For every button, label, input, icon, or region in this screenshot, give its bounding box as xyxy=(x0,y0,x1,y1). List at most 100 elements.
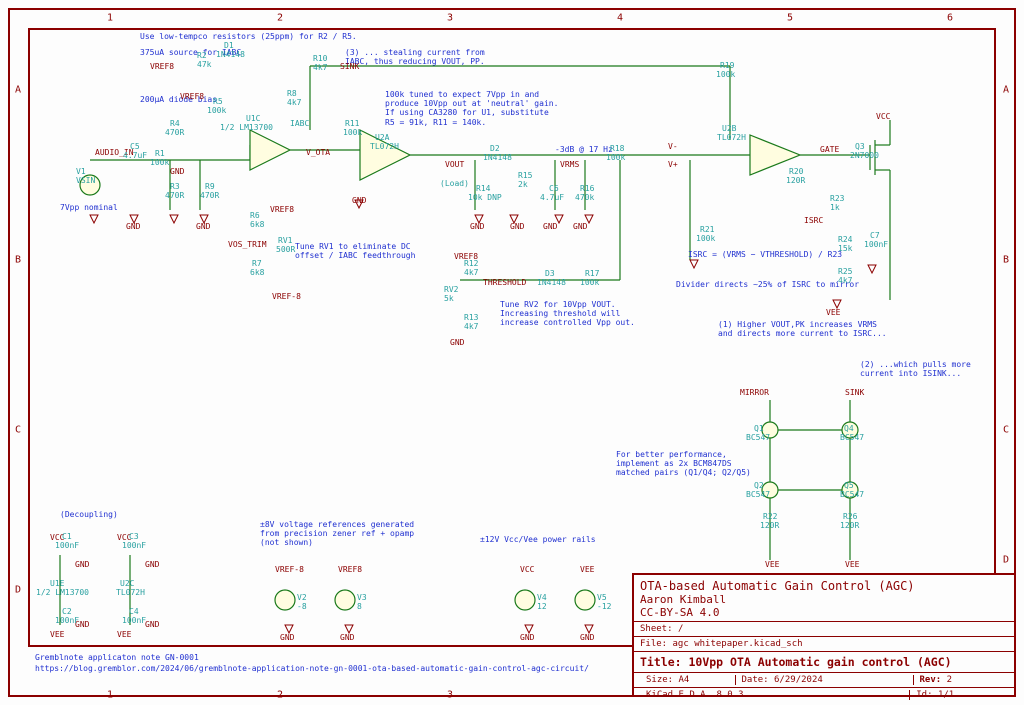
net-sink: SINK xyxy=(340,62,359,71)
net-vee-c4: VEE xyxy=(117,630,131,639)
tb-rev: 2 xyxy=(947,675,952,685)
comp-R1-val: 100k xyxy=(150,159,169,168)
ruler-col-3: 3 xyxy=(447,13,453,24)
net-gnd-r13: GND xyxy=(450,338,464,347)
comp-R10-val: 4k7 xyxy=(313,64,327,73)
comp-load-label: (Load) xyxy=(440,180,469,189)
comp-R13-val: 4k7 xyxy=(464,323,478,332)
net-vos-trim: VOS_TRIM xyxy=(228,240,267,249)
net-gnd-v5: GND xyxy=(580,633,594,642)
note-vsin: 7Vpp nominal xyxy=(60,203,118,212)
net-mirror: MIRROR xyxy=(740,388,769,397)
comp-R24-val: 15k xyxy=(838,245,852,254)
tb-id-label: Id: xyxy=(916,690,932,700)
note-gain: 100k tuned to expect 7Vpp in and produce… xyxy=(385,90,558,127)
net-gnd-r9: GND xyxy=(196,222,210,231)
note-steal: (3) ... stealing current from IABC, thus… xyxy=(345,48,485,66)
comp-R4-val: 470R xyxy=(165,129,184,138)
note-divider: Divider directs ~25% of ISRC to mirror xyxy=(676,280,859,289)
ruler-row-C: C xyxy=(15,425,21,436)
tb-date: 6/29/2024 xyxy=(774,675,823,685)
comp-Q2-val: BC547 xyxy=(746,491,770,500)
comp-R6-val: 6k8 xyxy=(250,221,264,230)
comp-Q5-val: BC547 xyxy=(840,491,864,500)
comp-U2A-val: TL072H xyxy=(370,143,399,152)
net-gnd-v4: GND xyxy=(520,633,534,642)
net-vee-r25: VEE xyxy=(826,308,840,317)
note-rails: ±12V Vcc/Vee power rails xyxy=(480,535,596,544)
note-url: https://blog.gremblor.com/2024/06/grembl… xyxy=(35,664,589,673)
note-decoupling: (Decoupling) xyxy=(60,510,118,519)
net-sink2: SINK xyxy=(845,388,864,397)
comp-D1-val: 1N4148 xyxy=(216,51,245,60)
net-gnd-c1: GND xyxy=(75,560,89,569)
ruler-row-Dr: D xyxy=(1003,555,1009,566)
comp-Q4-val: BC547 xyxy=(840,434,864,443)
net-vota: V_OTA xyxy=(306,148,330,157)
comp-R26-val: 120R xyxy=(840,522,859,531)
ruler-col-3b: 3 xyxy=(447,690,453,701)
note-fb2: (2) ...which pulls more current into ISI… xyxy=(860,360,971,378)
comp-Q1-val: BC547 xyxy=(746,434,770,443)
ruler-col-6: 6 xyxy=(947,13,953,24)
comp-R18-val: 100k xyxy=(606,154,625,163)
net-gate: GATE xyxy=(820,145,839,154)
comp-R8-val: 4k7 xyxy=(287,99,301,108)
comp-R16-val: 470k xyxy=(575,194,594,203)
ruler-col-1: 1 xyxy=(107,13,113,24)
net-gnd-c3: GND xyxy=(145,560,159,569)
net-vref-neg8: VREF-8 xyxy=(272,292,301,301)
comp-R3-val: 470R xyxy=(165,192,184,201)
note-isrc-eq: ISRC = (VRMS − VTHRESHOLD) / R23 xyxy=(688,250,842,259)
note-appnote: Gremblnote applicaton note GN-0001 xyxy=(35,653,199,662)
comp-V4-val: 12 xyxy=(537,603,547,612)
net-vref8-b: VREF8 xyxy=(180,92,204,101)
ruler-col-1b: 1 xyxy=(107,690,113,701)
comp-R7-val: 6k8 xyxy=(250,269,264,278)
tb-license: CC-BY-SA 4.0 xyxy=(640,606,1008,619)
note-rv1: Tune RV1 to eliminate DC offset / IABC f… xyxy=(295,242,415,260)
net-gnd-r1: GND xyxy=(170,167,184,176)
net-vee-q5: VEE xyxy=(845,560,859,569)
comp-C4-val: 100nF xyxy=(122,617,146,626)
net-gnd-u2a: GND xyxy=(352,196,366,205)
net-gnd-v2: GND xyxy=(280,633,294,642)
comp-R17-val: 100k xyxy=(580,279,599,288)
tb-sheet-label: Sheet: xyxy=(640,624,673,634)
net-vrms: VRMS xyxy=(560,160,579,169)
ruler-col-5: 5 xyxy=(787,13,793,24)
net-vee-q2: VEE xyxy=(765,560,779,569)
note-fb1: (1) Higher VOUT,PK increases VRMS and di… xyxy=(718,320,887,338)
note-rv2: Tune RV2 for 10Vpp VOUT. Increasing thre… xyxy=(500,300,635,328)
note-diode-bias: 200µA diode bias xyxy=(140,95,217,104)
ruler-row-B: B xyxy=(15,255,21,266)
tb-title: 10Vpp OTA Automatic gain control (AGC) xyxy=(688,655,951,669)
net-gnd-r15: GND xyxy=(510,222,524,231)
net-vee-c2: VEE xyxy=(50,630,64,639)
comp-R14-val: 10k DNP xyxy=(468,194,502,203)
comp-C1-val: 100nF xyxy=(55,542,79,551)
tb-size: A4 xyxy=(679,675,690,685)
net-vcc-q3: VCC xyxy=(876,112,890,121)
ruler-col-4: 4 xyxy=(617,13,623,24)
comp-V3-val: 8 xyxy=(357,603,362,612)
comp-U2C-val: TL072H xyxy=(116,589,145,598)
tb-rev-label: Rev: xyxy=(920,675,942,685)
net-vplus: V+ xyxy=(668,160,678,169)
comp-RV2-val: 5k xyxy=(444,295,454,304)
tb-title-prefix: Title: xyxy=(640,655,682,669)
comp-U2B-val: TL072H xyxy=(717,134,746,143)
ruler-col-2: 2 xyxy=(277,13,283,24)
tb-id: 1/1 xyxy=(938,690,954,700)
comp-R23-val: 1k xyxy=(830,204,840,213)
tb-file-label: File: xyxy=(640,639,667,649)
net-gnd-c4: GND xyxy=(145,620,159,629)
comp-U1C-val: 1/2 LM13700 xyxy=(220,124,273,133)
net-gnd-c6: GND xyxy=(543,222,557,231)
tb-project: OTA-based Automatic Gain Control (AGC) xyxy=(640,579,1008,593)
net-gnd-v3: GND xyxy=(340,633,354,642)
tb-file: agc whitepaper.kicad_sch xyxy=(673,639,803,649)
net-threshold: THRESHOLD xyxy=(483,278,526,287)
net-vout: VOUT xyxy=(445,160,464,169)
comp-R19-val: 100k xyxy=(716,71,735,80)
